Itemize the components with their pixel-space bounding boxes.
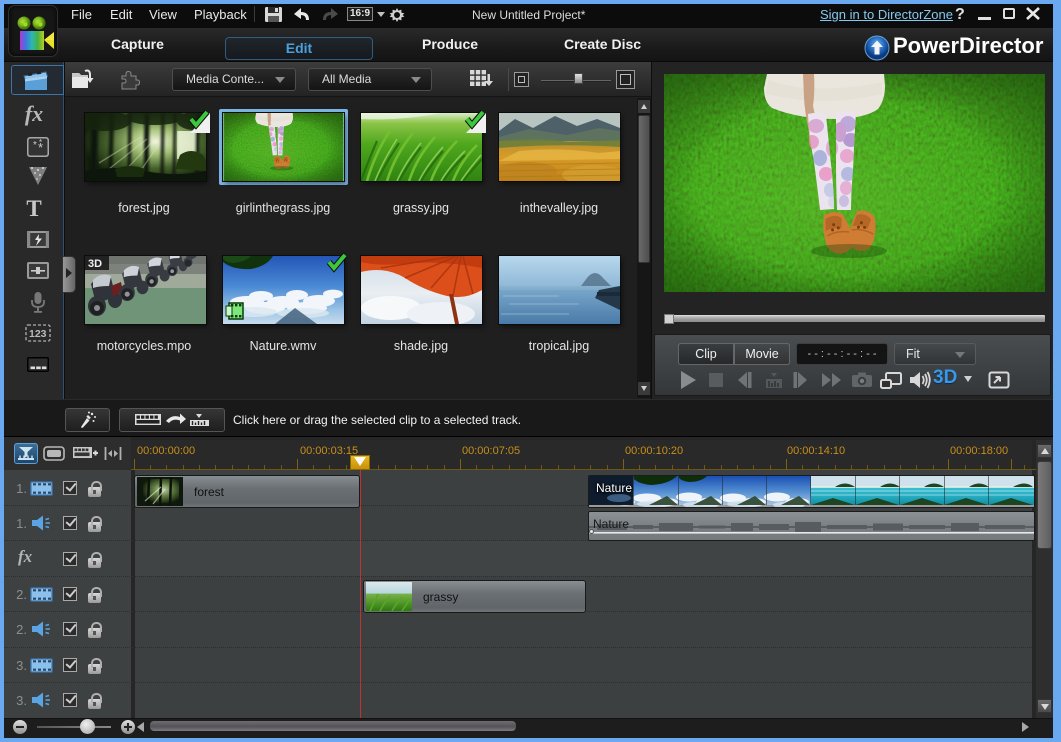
svg-text:123: 123	[29, 328, 47, 340]
svg-text:3D: 3D	[88, 258, 102, 270]
svg-text:*: *	[33, 140, 37, 151]
svg-text:*: *	[39, 138, 42, 147]
